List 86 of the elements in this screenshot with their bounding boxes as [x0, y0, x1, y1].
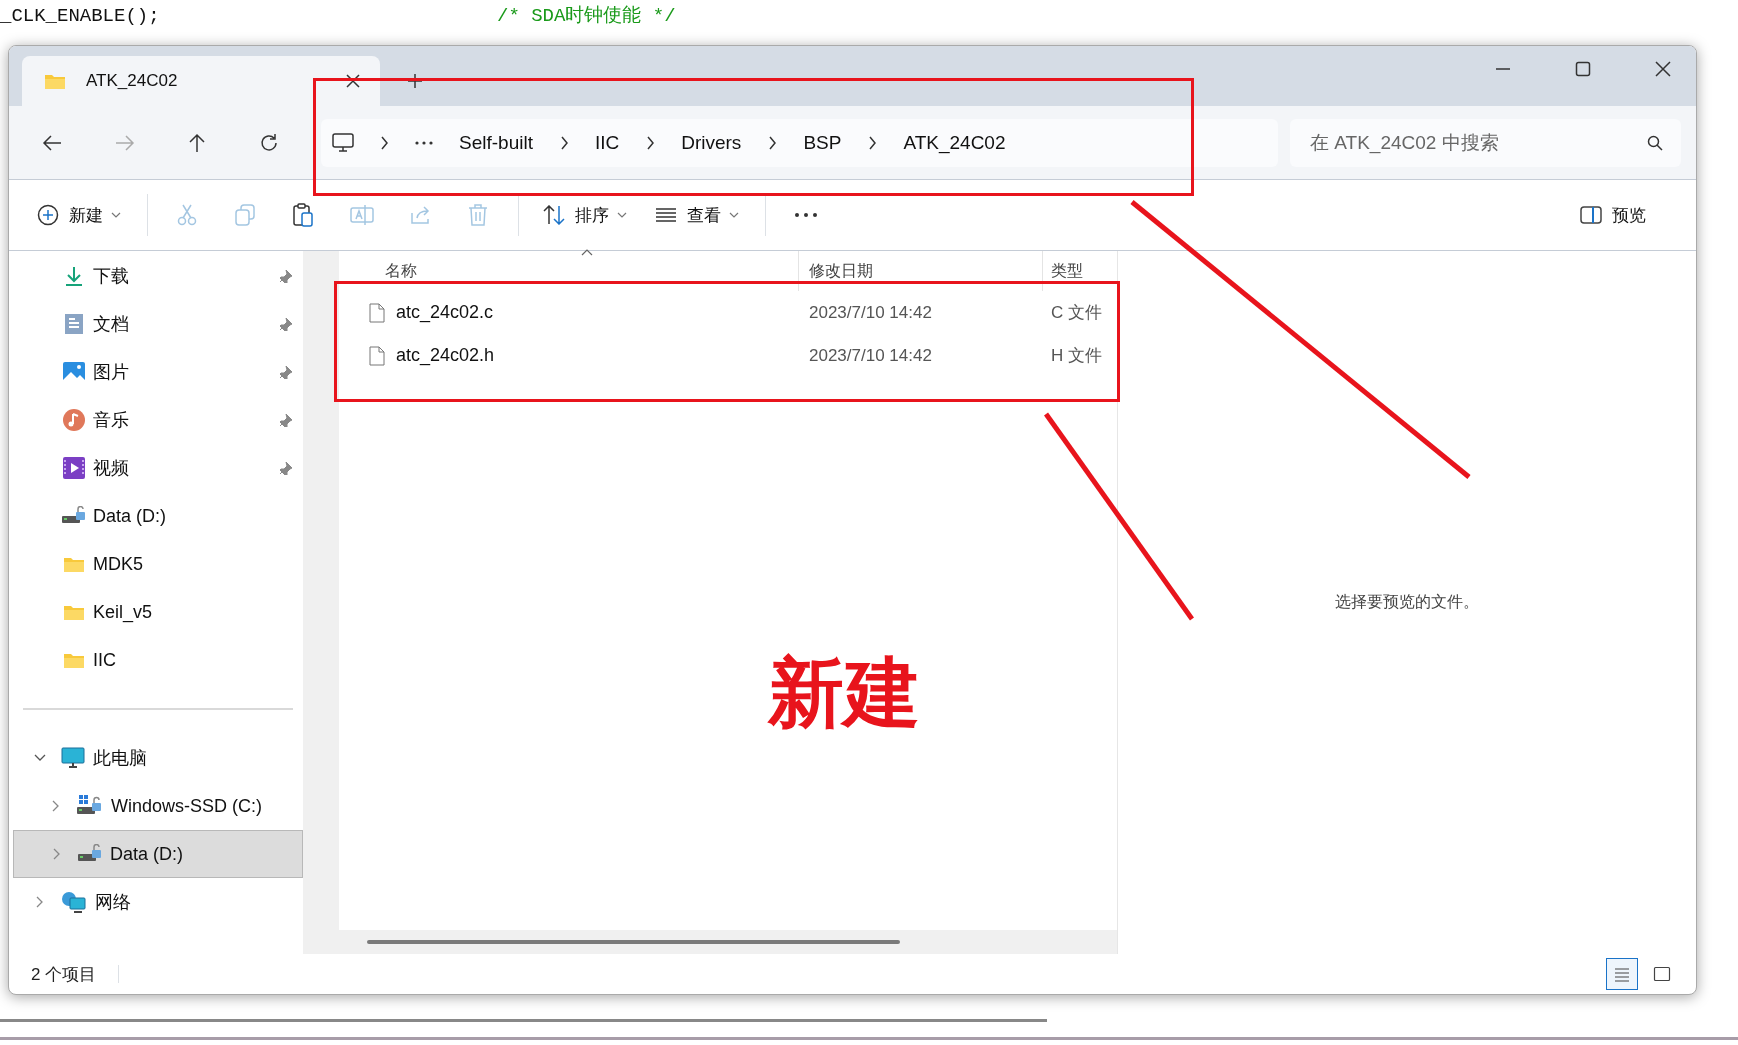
view-button[interactable]: 查看 — [649, 193, 745, 237]
network-icon — [61, 891, 87, 913]
list-lines-icon — [655, 207, 677, 223]
table-cell-text: 2023/7/10 14:42 — [808, 302, 933, 323]
file-name[interactable]: atc_24c02.c — [396, 302, 494, 323]
tab-title: ATK_24C02 — [86, 71, 179, 91]
file-icon — [369, 302, 385, 323]
chevron-icon[interactable] — [646, 135, 656, 150]
clipboard-icon — [292, 203, 314, 227]
drive-icon — [78, 844, 102, 864]
sidebar-item[interactable]: IIC — [9, 636, 303, 684]
code-comment: /* SDA时钟使能 */ — [497, 4, 676, 28]
table-cell-text: H 文件 — [1050, 345, 1103, 367]
caret-icon — [729, 212, 739, 218]
breadcrumb[interactable]: Self-built — [459, 131, 533, 154]
file-name[interactable]: atc_24c02.h — [396, 345, 495, 366]
chevron-icon[interactable] — [768, 135, 778, 150]
column-header[interactable]: 名称 — [339, 251, 798, 291]
code-text: _CLK_ENABLE(); — [0, 4, 161, 28]
rename-icon — [350, 204, 374, 226]
address-bar[interactable]: Self-built IIC Drivers BSP ATK_24C02 — [321, 118, 1278, 167]
scrollbar[interactable] — [367, 940, 900, 944]
folder-icon — [61, 651, 87, 669]
copy-icon — [234, 204, 256, 226]
column-header[interactable]: 类型 — [1042, 251, 1117, 291]
trash-icon — [468, 204, 488, 226]
plus-circle-icon — [37, 204, 59, 226]
share-icon — [410, 205, 432, 225]
breadcrumb[interactable]: BSP — [803, 131, 842, 154]
chevron-icon[interactable] — [380, 135, 389, 150]
sidebar-item[interactable]: Data (D:) — [9, 492, 303, 540]
refresh-icon[interactable] — [259, 132, 279, 153]
details-view-icon[interactable] — [1606, 958, 1638, 990]
sidebar-item[interactable]: Keil_v5 — [9, 588, 303, 636]
more-icon[interactable] — [415, 140, 433, 145]
scissors-icon — [176, 204, 198, 226]
folder-icon — [44, 72, 66, 90]
sidebar-item[interactable]: MDK5 — [9, 540, 303, 588]
music-note-icon — [61, 409, 87, 431]
item-count: 2 个项目 — [31, 963, 97, 986]
tree-item[interactable]: 网络 — [9, 878, 303, 926]
folder-icon — [61, 603, 87, 621]
close-icon[interactable] — [346, 74, 360, 88]
tree-item[interactable]: Windows-SSD (C:) — [13, 782, 303, 830]
caret-icon — [617, 212, 627, 218]
column-header[interactable]: 修改日期 — [798, 251, 1042, 291]
preview-message: 选择要预览的文件。 — [1335, 592, 1479, 612]
sidebar-item[interactable]: 图片 — [9, 348, 303, 396]
breadcrumb[interactable]: ATK_24C02 — [903, 131, 1006, 154]
caret-icon — [111, 212, 121, 218]
sidebar-item[interactable]: 音乐 — [9, 396, 303, 444]
drive-icon — [77, 795, 103, 817]
chevron-icon[interactable] — [559, 135, 569, 150]
folder-icon — [61, 555, 87, 573]
pane-icon — [1580, 206, 1602, 224]
tree-item[interactable]: 此电脑 — [9, 734, 303, 782]
file-icon — [369, 345, 385, 366]
up-arrow-icon[interactable] — [188, 132, 206, 153]
search-field[interactable]: 在 ATK_24C02 中搜索 — [1290, 118, 1681, 167]
sidebar-item[interactable]: 下载 — [9, 252, 303, 300]
breadcrumb[interactable]: IIC — [594, 131, 620, 154]
plus-icon[interactable] — [407, 73, 423, 89]
back-arrow-icon[interactable] — [42, 133, 62, 152]
table-cell-text: C 文件 — [1050, 302, 1103, 324]
tree-item[interactable]: Data (D:) — [13, 830, 303, 878]
sidebar-item[interactable]: 文档 — [9, 300, 303, 348]
search-icon[interactable] — [1647, 134, 1663, 151]
sidebar-item[interactable]: 视频 — [9, 444, 303, 492]
forward-arrow-icon — [115, 133, 135, 152]
new-button[interactable]: 新建 — [31, 193, 127, 237]
tab[interactable]: ATK_24C02 — [22, 56, 380, 106]
chevron-icon[interactable] — [868, 135, 878, 150]
drive-icon — [61, 506, 87, 526]
breadcrumb[interactable]: Drivers — [681, 131, 742, 154]
sort-arrows-icon — [543, 205, 565, 225]
monitor-icon — [332, 132, 354, 153]
sort-button[interactable]: 排序 — [537, 193, 633, 237]
picture-icon — [61, 362, 87, 382]
annotation-label: 新建 — [768, 655, 920, 731]
monitor-icon — [61, 747, 85, 769]
scrollbar[interactable] — [303, 251, 339, 954]
preview-button[interactable]: 预览 — [1574, 193, 1652, 237]
more-icon — [794, 213, 818, 217]
video-icon — [61, 457, 87, 479]
table-cell-text: 2023/7/10 14:42 — [808, 345, 933, 366]
sort-caret-icon — [581, 249, 593, 256]
